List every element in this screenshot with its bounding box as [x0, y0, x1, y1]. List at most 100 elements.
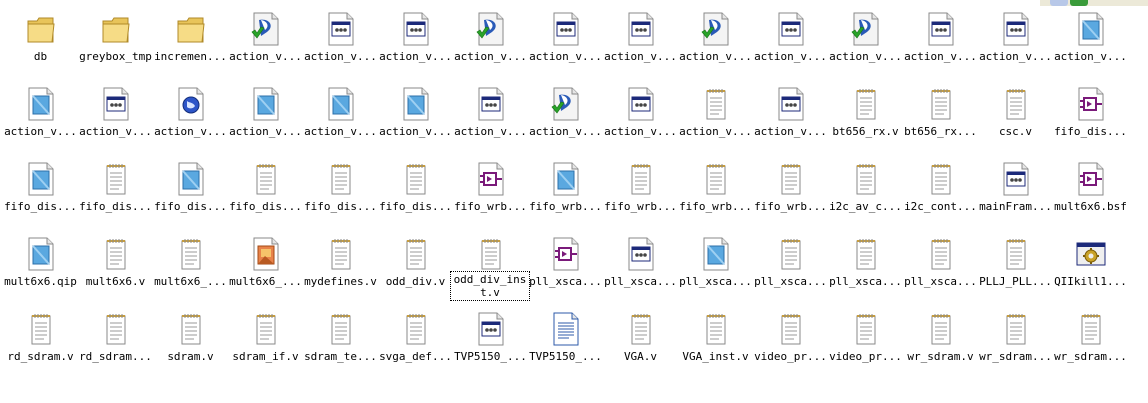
file-item[interactable]: svga_def...	[378, 312, 453, 387]
window-button-right[interactable]	[1070, 0, 1088, 6]
file-item[interactable]: action_v...	[678, 87, 753, 162]
file-item[interactable]: incremen...	[153, 12, 228, 87]
file-item[interactable]: greybox_tmp	[78, 12, 153, 87]
file-item[interactable]: fifo_dis...	[228, 162, 303, 237]
file-item-label: action_v...	[379, 50, 452, 63]
file-item[interactable]: rd_sdram...	[78, 312, 153, 387]
file-item[interactable]: mainFram...	[978, 162, 1053, 237]
file-item[interactable]: action_v...	[903, 12, 978, 87]
file-item[interactable]: pll_xsca...	[903, 237, 978, 312]
notepad-file-icon	[101, 312, 131, 346]
file-item[interactable]: VGA_inst.v	[678, 312, 753, 387]
blue-doc-file-icon	[176, 162, 206, 196]
file-item[interactable]: pll_xsca...	[678, 237, 753, 312]
file-item[interactable]: wr_sdram.v	[903, 312, 978, 387]
file-item[interactable]: video_pr...	[753, 312, 828, 387]
file-item[interactable]: action_v...	[303, 12, 378, 87]
file-item[interactable]: action_v...	[753, 12, 828, 87]
file-item[interactable]: wr_sdram...	[978, 312, 1053, 387]
file-item[interactable]: action_v...	[153, 87, 228, 162]
file-item[interactable]: fifo_dis...	[378, 162, 453, 237]
file-item-label: TVP5150_...	[529, 350, 602, 363]
file-item[interactable]: action_v...	[78, 87, 153, 162]
file-item-label: fifo_dis...	[379, 200, 452, 213]
notepad-file-icon	[326, 312, 356, 346]
file-item[interactable]: sdram_if.v	[228, 312, 303, 387]
notepad-file-icon	[626, 162, 656, 196]
file-item[interactable]: i2c_cont...	[903, 162, 978, 237]
file-item[interactable]: action_v...	[378, 12, 453, 87]
notepad-file-icon	[926, 237, 956, 271]
file-item[interactable]: action_v...	[303, 87, 378, 162]
file-item[interactable]: TVP5150_...	[528, 312, 603, 387]
file-item[interactable]: action_v...	[228, 87, 303, 162]
file-item[interactable]: pll_xsca...	[753, 237, 828, 312]
file-item[interactable]: action_v...	[828, 12, 903, 87]
file-item[interactable]: mydefines.v	[303, 237, 378, 312]
file-item[interactable]: fifo_wrb...	[678, 162, 753, 237]
file-item[interactable]: action_v...	[1053, 12, 1128, 87]
file-item[interactable]: action_v...	[378, 87, 453, 162]
file-item[interactable]: mult6x6_...	[228, 237, 303, 312]
file-item[interactable]: fifo_wrb...	[753, 162, 828, 237]
file-item[interactable]: video_pr...	[828, 312, 903, 387]
file-item[interactable]: action_v...	[453, 87, 528, 162]
file-item[interactable]: action_v...	[528, 87, 603, 162]
file-item[interactable]: fifo_dis...	[153, 162, 228, 237]
file-item[interactable]: action_v...	[453, 12, 528, 87]
file-item[interactable]: mult6x6.v	[78, 237, 153, 312]
file-item[interactable]: pll_xsca...	[603, 237, 678, 312]
file-item[interactable]: pll_xsca...	[528, 237, 603, 312]
file-item[interactable]: fifo_wrb...	[453, 162, 528, 237]
file-item[interactable]: action_v...	[603, 12, 678, 87]
file-item[interactable]: fifo_wrb...	[603, 162, 678, 237]
window-titlebar-fragment	[1040, 0, 1148, 6]
notepad-file-icon	[176, 312, 206, 346]
file-item[interactable]: sdram_te...	[303, 312, 378, 387]
file-item[interactable]: VGA.v	[603, 312, 678, 387]
file-item[interactable]: QIIkill1...	[1053, 237, 1128, 312]
file-item[interactable]: mult6x6.bsf	[1053, 162, 1128, 237]
file-item[interactable]: action_v...	[3, 87, 78, 162]
file-item[interactable]: action_v...	[678, 12, 753, 87]
file-item[interactable]: bt656_rx...	[903, 87, 978, 162]
file-item[interactable]: mult6x6_...	[153, 237, 228, 312]
folder-icon	[101, 12, 131, 46]
file-item[interactable]: i2c_av_c...	[828, 162, 903, 237]
file-item[interactable]: fifo_dis...	[303, 162, 378, 237]
file-item[interactable]: rd_sdram.v	[3, 312, 78, 387]
file-item[interactable]: action_v...	[528, 12, 603, 87]
file-item[interactable]: wr_sdram...	[1053, 312, 1128, 387]
file-item[interactable]: fifo_dis...	[1053, 87, 1128, 162]
file-item[interactable]: action_v...	[603, 87, 678, 162]
file-item-label: rd_sdram.v	[7, 350, 74, 363]
file-item[interactable]: mult6x6.qip	[3, 237, 78, 312]
window-button-left[interactable]	[1050, 0, 1068, 6]
notepad-file-icon	[776, 237, 806, 271]
file-item[interactable]: csc.v	[978, 87, 1053, 162]
file-item[interactable]: fifo_dis...	[78, 162, 153, 237]
file-icon-view[interactable]: db greybox_tmp incremen... action_v... actio…	[0, 0, 1148, 403]
file-item-label: action_v...	[379, 125, 452, 138]
file-item[interactable]: pll_xsca...	[828, 237, 903, 312]
file-item[interactable]: odd_div.v	[378, 237, 453, 312]
vstudio-file-icon	[851, 12, 881, 46]
file-item[interactable]: PLLJ_PLL...	[978, 237, 1053, 312]
file-item-label: VGA.v	[623, 350, 658, 363]
file-item[interactable]: TVP5150_...	[453, 312, 528, 387]
file-item[interactable]: fifo_wrb...	[528, 162, 603, 237]
file-item[interactable]: odd_div_inst.v	[450, 237, 530, 312]
notepad-file-icon	[701, 312, 731, 346]
file-item[interactable]: bt656_rx.v	[828, 87, 903, 162]
file-item[interactable]: db	[3, 12, 78, 87]
file-item[interactable]: fifo_dis...	[3, 162, 78, 237]
file-item-label: fifo_dis...	[154, 200, 227, 213]
file-item[interactable]: action_v...	[753, 87, 828, 162]
app-window-file-icon	[626, 87, 656, 121]
file-item[interactable]: sdram.v	[153, 312, 228, 387]
notepad-file-icon	[926, 87, 956, 121]
file-item[interactable]: action_v...	[978, 12, 1053, 87]
file-item[interactable]: action_v...	[228, 12, 303, 87]
blue-doc-file-icon	[26, 87, 56, 121]
file-item-label: mult6x6_...	[154, 275, 227, 288]
